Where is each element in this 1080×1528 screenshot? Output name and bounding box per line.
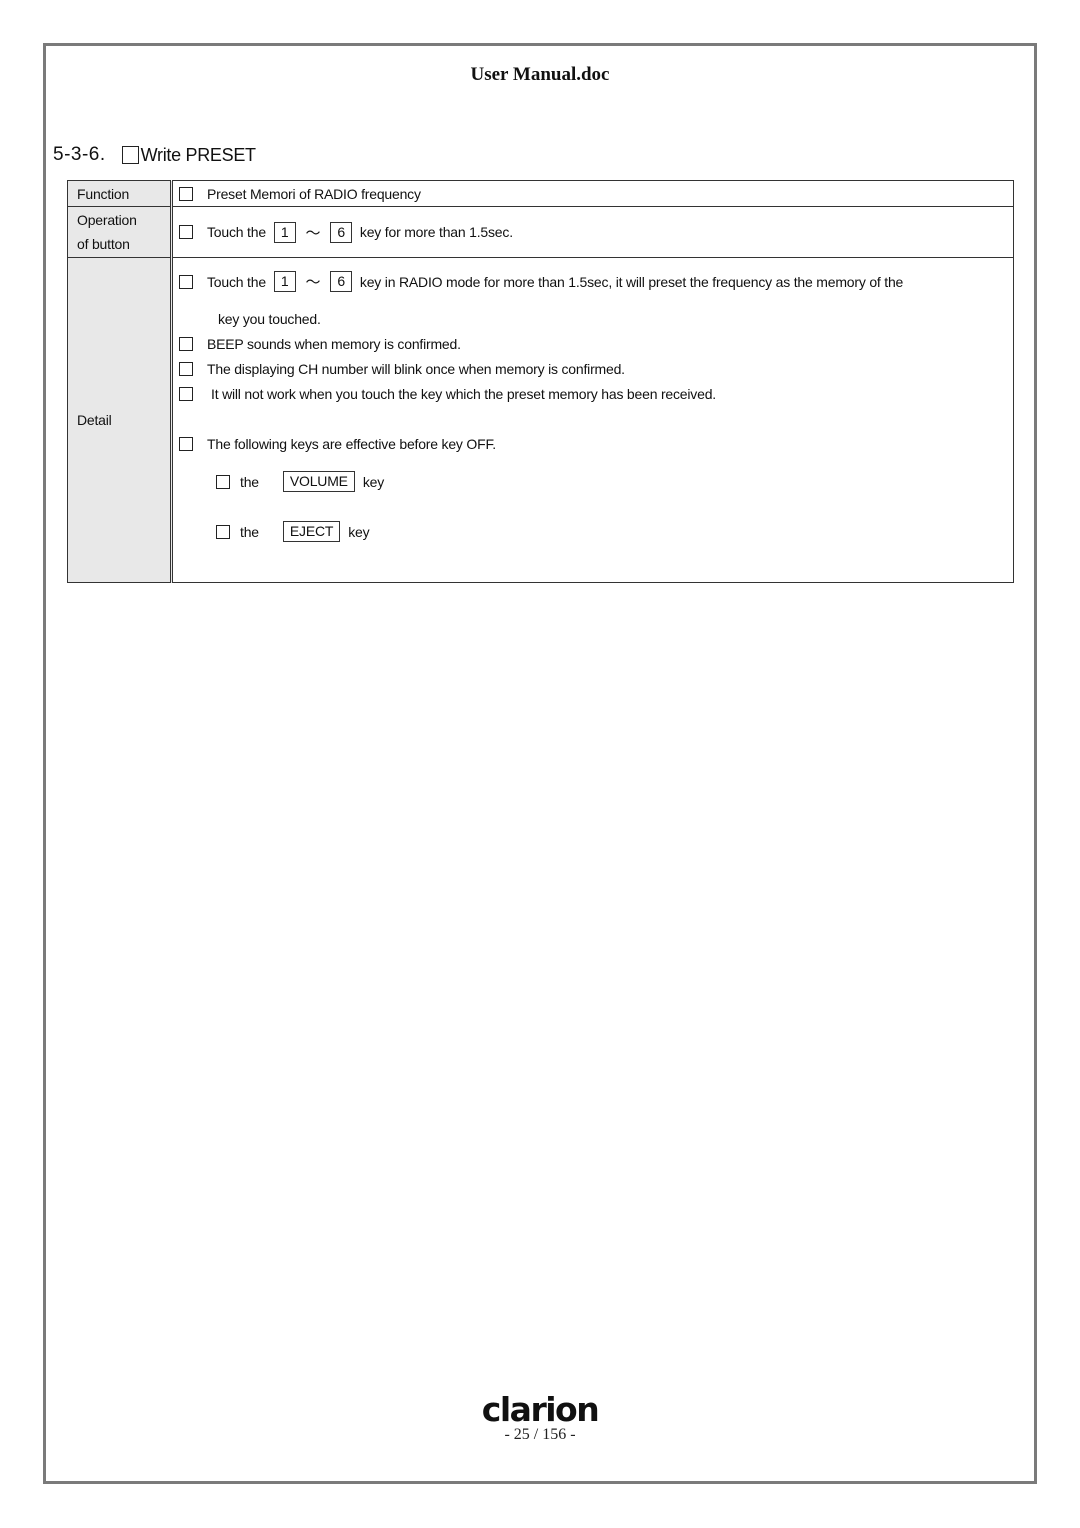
key-1: 1 bbox=[273, 221, 296, 243]
detail-item-1: Touch the 1 ～ 6 key in RADIO mode for mo… bbox=[179, 271, 903, 292]
detail-item-5: The following keys are effective before … bbox=[179, 436, 496, 452]
checkbox-icon bbox=[179, 225, 193, 239]
label-detail: Detail bbox=[77, 412, 112, 428]
key-volume: VOLUME bbox=[282, 471, 355, 492]
checkbox-icon bbox=[179, 362, 193, 376]
detail-content: Touch the 1 ～ 6 key in RADIO mode for mo… bbox=[173, 258, 1013, 582]
document-title: User Manual.doc bbox=[470, 64, 610, 85]
spec-table: Function Preset Memori of RADIO frequenc… bbox=[67, 180, 1014, 583]
range-symbol: ～ bbox=[305, 274, 321, 291]
clarion-logo: clarion bbox=[481, 1390, 600, 1429]
checkbox-icon bbox=[179, 337, 193, 351]
label-operation-line1: Operation bbox=[77, 212, 137, 228]
detail-item-1-continuation: key you touched. bbox=[218, 311, 321, 327]
checkbox-icon bbox=[216, 524, 230, 539]
detail-sub-item-eject: the EJECT key bbox=[216, 521, 370, 542]
operation-suffix: key for more than 1.5sec. bbox=[359, 224, 513, 240]
section-title: Write PRESET bbox=[140, 144, 256, 165]
checkbox-icon bbox=[179, 186, 193, 201]
table-row-detail: Detail Touch the 1 ～ 6 key in RADIO mode… bbox=[67, 257, 1014, 583]
label-operation: Operation of button bbox=[67, 206, 173, 258]
section-number: 5-3-6. bbox=[53, 144, 106, 165]
label-operation-line2: of button bbox=[77, 236, 130, 252]
key-eject: EJECT bbox=[282, 521, 341, 542]
checkbox-icon bbox=[216, 474, 230, 489]
checkbox-icon bbox=[179, 437, 193, 451]
function-text: Preset Memori of RADIO frequency bbox=[207, 185, 421, 202]
checkbox-icon bbox=[121, 146, 139, 164]
detail-item-2: BEEP sounds when memory is confirmed. bbox=[179, 336, 461, 352]
range-symbol: ～ bbox=[305, 224, 321, 242]
table-row-function: Function Preset Memori of RADIO frequenc… bbox=[67, 180, 1014, 207]
key-6: 6 bbox=[330, 221, 352, 243]
checkbox-icon bbox=[179, 387, 193, 401]
detail-sub-item-volume: the VOLUME key bbox=[216, 471, 384, 492]
page-number: - 25 / 156 - bbox=[504, 1426, 576, 1443]
operation-prefix: Touch the bbox=[207, 224, 266, 240]
key-6: 6 bbox=[330, 271, 352, 292]
detail-item-3: The displaying CH number will blink once… bbox=[179, 361, 625, 377]
table-row-operation: Operation of button Touch the 1 ～ 6 key … bbox=[67, 206, 1014, 258]
detail-item-1-prefix: Touch the bbox=[207, 273, 266, 290]
detail-item-4: It will not work when you touch the key … bbox=[179, 386, 716, 402]
section-heading: 5-3-6. Write PRESET bbox=[53, 144, 256, 166]
key-1: 1 bbox=[273, 271, 296, 292]
detail-item-1-suffix: key in RADIO mode for more than 1.5sec, … bbox=[359, 273, 904, 290]
checkbox-icon bbox=[179, 274, 193, 289]
label-function: Function bbox=[67, 180, 173, 207]
function-line: Preset Memori of RADIO frequency bbox=[179, 186, 1013, 202]
operation-line: Touch the 1 ～ 6 key for more than 1.5sec… bbox=[179, 221, 1013, 243]
